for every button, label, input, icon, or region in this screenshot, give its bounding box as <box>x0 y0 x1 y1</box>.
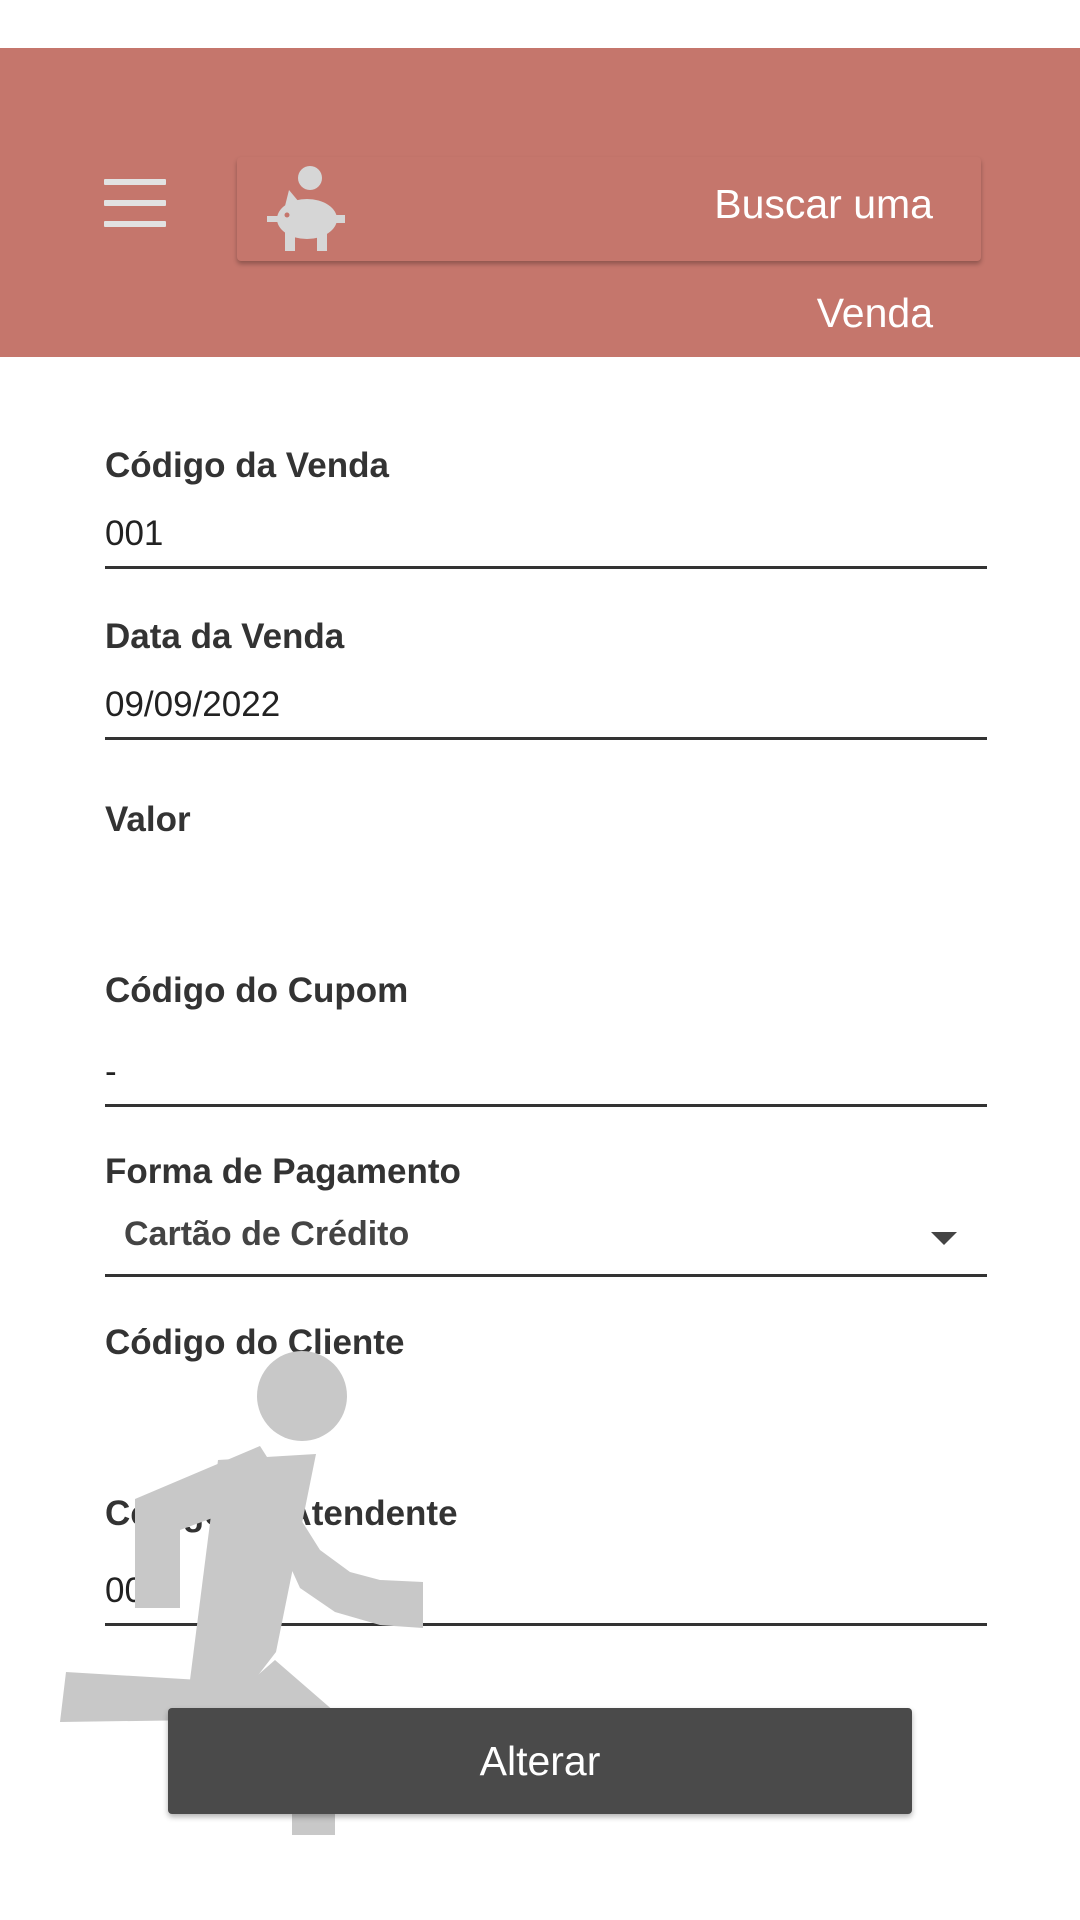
alter-button[interactable]: Alterar <box>168 1708 912 1814</box>
sale-date-underline <box>105 737 987 740</box>
amount-label: Valor <box>105 800 191 839</box>
payment-method-label: Forma de Pagamento <box>105 1152 461 1191</box>
payment-method-select[interactable]: Cartão de Crédito <box>124 1215 409 1254</box>
search-sale-label[interactable]: Buscar uma <box>714 181 933 228</box>
attendant-code-input[interactable]: 00 <box>105 1571 144 1611</box>
coupon-code-underline <box>105 1104 987 1107</box>
attendant-code-field[interactable]: Código do Atendente 00 <box>105 1494 987 1629</box>
client-code-label: Código do Cliente <box>105 1323 405 1362</box>
client-code-field[interactable]: Código do Cliente <box>105 1323 987 1433</box>
sale-code-underline <box>105 566 987 569</box>
sale-edit-page: Buscar uma Venda Código da Venda 001 Dat… <box>0 0 1080 1920</box>
hamburger-menu-icon-line <box>104 200 166 206</box>
amount-field[interactable]: Valor <box>105 800 987 910</box>
sale-date-input[interactable]: 09/09/2022 <box>105 685 280 725</box>
hamburger-menu-icon-line <box>104 221 166 227</box>
hamburger-menu-icon <box>104 179 166 185</box>
payment-method-underline <box>105 1274 987 1277</box>
coupon-code-input[interactable]: - <box>105 1052 117 1092</box>
sale-date-label: Data da Venda <box>105 617 345 656</box>
coupon-code-field[interactable]: Código do Cupom - <box>105 971 987 1111</box>
payment-method-field[interactable]: Forma de Pagamento Cartão de Crédito <box>105 1152 987 1280</box>
coupon-code-label: Código do Cupom <box>105 971 409 1010</box>
search-sale-label-continued[interactable]: Venda <box>817 290 933 337</box>
sale-code-label: Código da Venda <box>105 446 389 485</box>
sale-code-field[interactable]: Código da Venda 001 <box>105 446 987 571</box>
piggy-bank-icon <box>267 166 345 251</box>
attendant-code-underline <box>105 1623 987 1626</box>
attendant-code-label: Código do Atendente <box>105 1494 458 1533</box>
chevron-down-icon[interactable] <box>931 1232 957 1245</box>
menu-button[interactable] <box>104 179 172 227</box>
sale-code-input[interactable]: 001 <box>105 514 163 554</box>
sale-date-field[interactable]: Data da Venda 09/09/2022 <box>105 617 987 742</box>
